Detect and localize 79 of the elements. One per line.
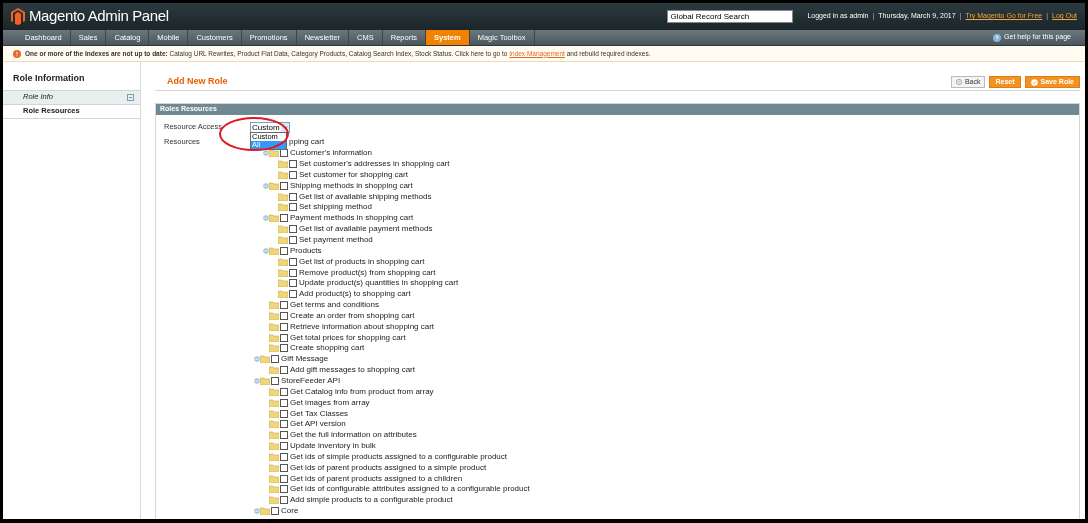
- checkbox[interactable]: [280, 322, 288, 331]
- sidebar-title: Role Information: [12, 72, 86, 85]
- tree-label: Get list of available payment methods: [299, 223, 433, 236]
- tree-label: Remove product(s) from shopping cart: [299, 266, 436, 279]
- check-icon: [1030, 78, 1038, 86]
- search-field[interactable]: Global Record Search: [667, 10, 794, 23]
- checkbox[interactable]: [280, 344, 288, 353]
- tree-label: Create an order from shopping cart: [290, 309, 415, 322]
- tree-label: Get ids of parent products assigned to a children: [290, 472, 463, 485]
- tree-label: Get images from array: [290, 396, 370, 409]
- tree-label: Payment methods in shopping cart: [290, 212, 414, 225]
- tree-label: Get Tax Classes: [290, 407, 349, 420]
- checkbox[interactable]: [271, 507, 279, 516]
- tree-label: Add product(s) to shopping cart: [299, 288, 411, 301]
- tree-label: Add gift messages to shopping cart: [290, 364, 415, 377]
- checkbox[interactable]: [280, 474, 288, 483]
- checkbox[interactable]: [280, 181, 288, 190]
- tree-label: Gift Message: [281, 353, 329, 366]
- checkbox[interactable]: [289, 290, 297, 299]
- tree-label: Get ids of configurable attributes assigned to a configurable product: [290, 483, 530, 496]
- tree-label: Customer's information: [290, 147, 372, 160]
- checkbox[interactable]: [280, 311, 288, 320]
- checkbox[interactable]: [280, 301, 288, 310]
- tree-label: Get list of available shipping methods: [299, 190, 432, 203]
- tree-label: Create shopping cart: [290, 342, 365, 355]
- tree-label: Get terms and conditions: [290, 299, 379, 312]
- checkbox[interactable]: [289, 170, 297, 179]
- checkbox[interactable]: [280, 398, 288, 407]
- checkbox[interactable]: [280, 387, 288, 396]
- warning-icon: [13, 49, 21, 58]
- tree-label: Set shipping method: [299, 201, 372, 214]
- checkbox[interactable]: [280, 442, 288, 451]
- checkbox[interactable]: [280, 496, 288, 505]
- checkbox[interactable]: [289, 236, 297, 244]
- tree-label: Shipping methods in shopping cart: [290, 179, 413, 192]
- page-title: Add New Role: [166, 75, 229, 89]
- tree-label: Get ids of simple products assigned to a configurable product: [290, 450, 507, 463]
- tree-label: StoreFeeder API: [281, 375, 341, 387]
- caret-icon: [280, 122, 289, 132]
- checkbox[interactable]: [280, 214, 288, 223]
- logo-icon: [11, 8, 25, 25]
- checkbox[interactable]: [271, 377, 279, 385]
- tree-label: Core: [281, 505, 299, 518]
- checkbox[interactable]: [289, 203, 297, 212]
- checkbox[interactable]: [280, 246, 288, 255]
- checkbox[interactable]: [280, 409, 288, 418]
- checkbox[interactable]: [289, 192, 297, 201]
- checkbox[interactable]: [280, 333, 288, 342]
- tree-label: Get total prices for shopping cart: [290, 331, 406, 344]
- back-arrow-icon: [955, 79, 962, 85]
- tree-label: Products: [290, 244, 322, 257]
- tree-label: Get list of products in shopping cart: [299, 255, 425, 268]
- checkbox[interactable]: [289, 268, 297, 277]
- checkbox[interactable]: [280, 366, 288, 375]
- checkbox[interactable]: [280, 431, 288, 440]
- tree-label: Set payment method: [299, 234, 373, 246]
- checkbox[interactable]: [280, 485, 288, 494]
- checkbox[interactable]: [289, 279, 297, 288]
- checkbox[interactable]: [280, 452, 288, 461]
- collapse-box-icon: [127, 93, 134, 101]
- tree-label: Get Catalog info from product from array: [290, 385, 434, 398]
- tree-label: Get the full information on attributes: [290, 429, 417, 442]
- help-icon: [993, 33, 1002, 42]
- tree-label: Get API version: [290, 418, 346, 431]
- checkbox[interactable]: [289, 257, 297, 266]
- tree-label: Get ids of parent products assigned to a simple product: [290, 461, 487, 474]
- tree-label: Add simple products to a configurable product: [290, 494, 453, 507]
- tree-label: pping cart: [289, 136, 325, 149]
- checkbox[interactable]: [280, 420, 288, 429]
- checkbox[interactable]: [280, 463, 288, 472]
- checkbox[interactable]: [289, 160, 297, 169]
- logo-text: Magento Admin Panel: [29, 6, 169, 27]
- tree-label: Retrieve information about shopping cart: [290, 320, 435, 333]
- tree-label: Set customer's addresses in shopping cart: [299, 158, 450, 171]
- tree-label: Update inventory in bulk: [290, 440, 376, 453]
- checkbox[interactable]: [289, 225, 297, 234]
- checkbox[interactable]: [271, 355, 279, 364]
- tree-label: Update product(s) quantities in shopping cart: [299, 277, 459, 290]
- tree-label: Set customer for shopping cart: [299, 168, 408, 181]
